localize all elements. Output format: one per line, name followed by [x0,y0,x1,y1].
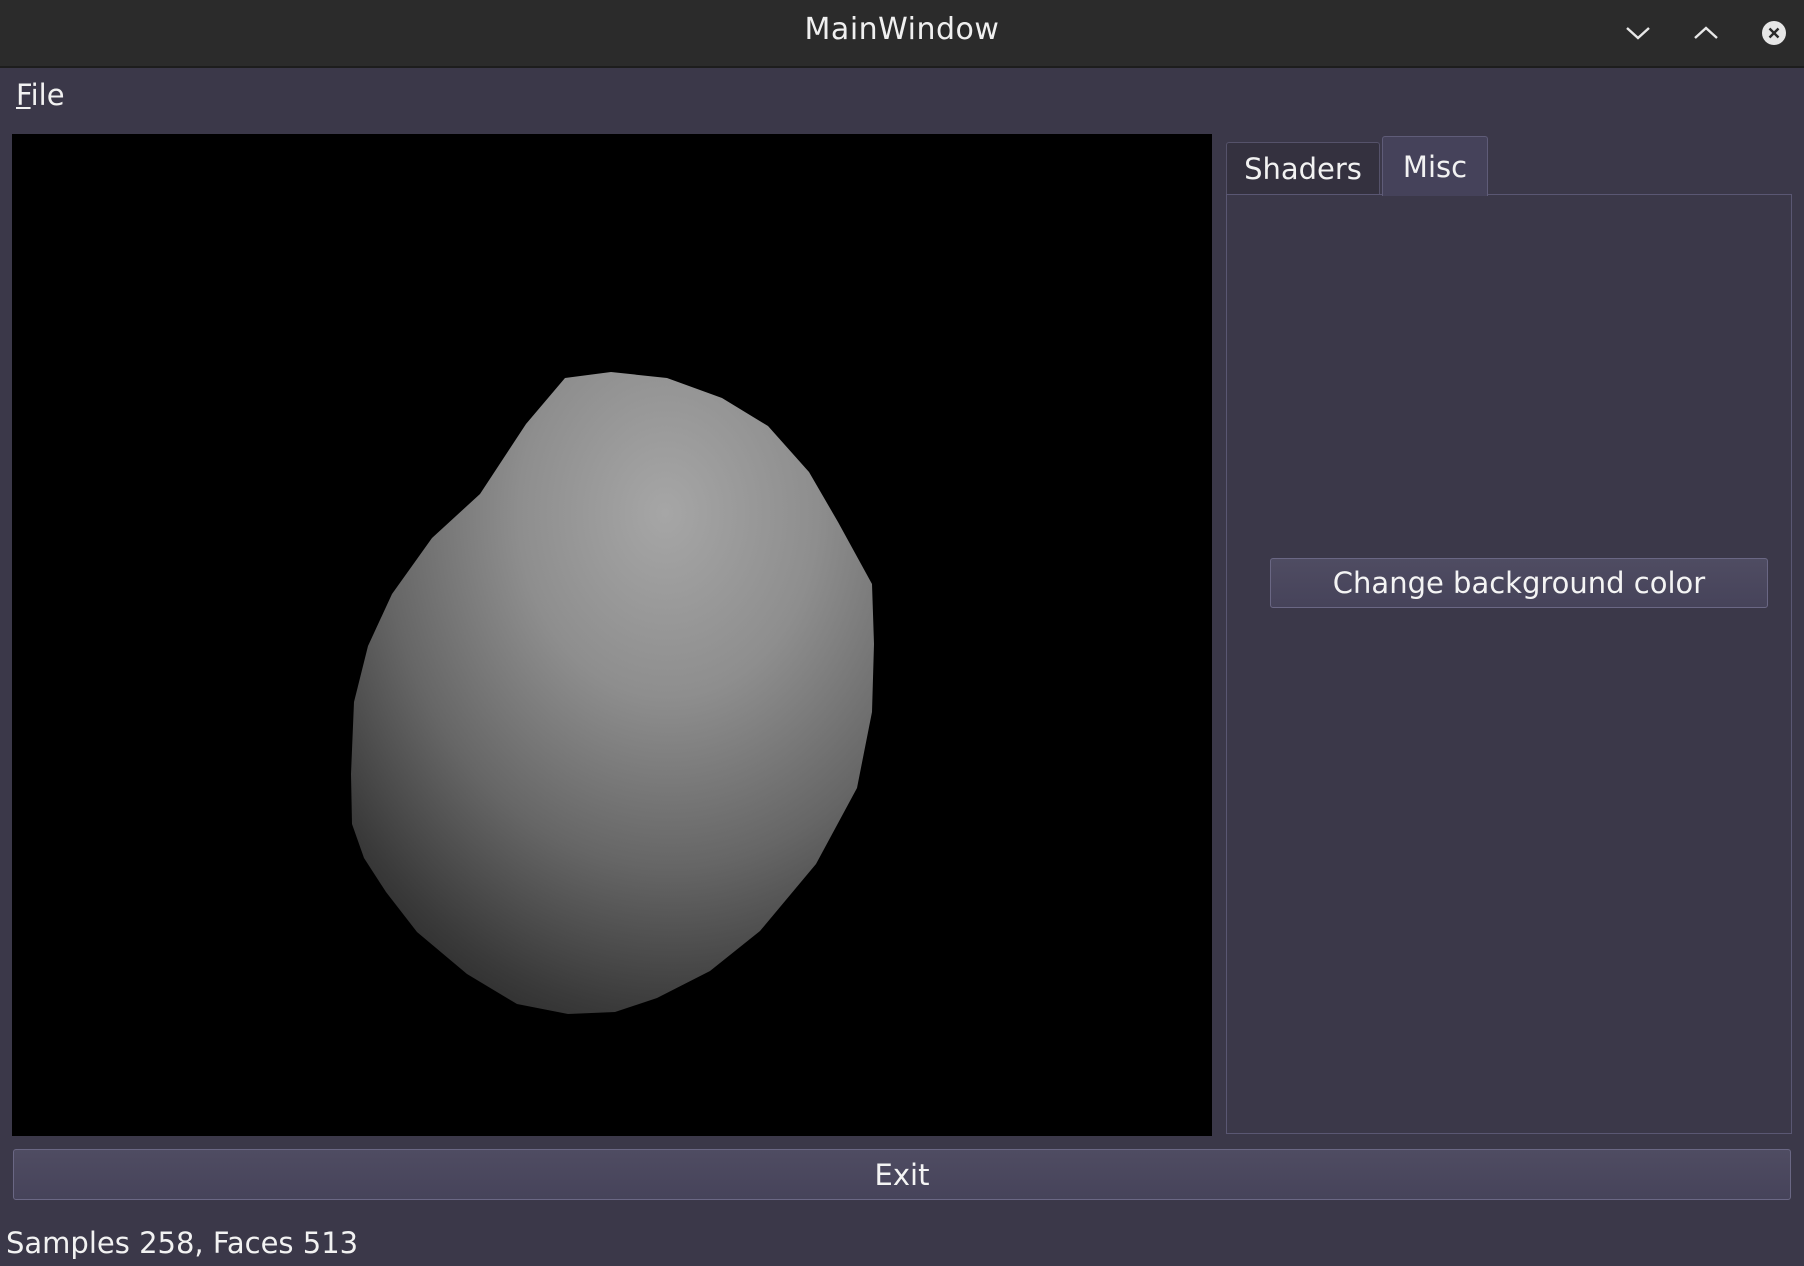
tab-shaders[interactable]: Shaders [1226,142,1380,195]
chevron-down-icon [1626,27,1650,40]
menu-file[interactable]: File [14,74,67,116]
tab-misc[interactable]: Misc [1382,136,1488,196]
sphere-render [351,372,874,1014]
window-title: MainWindow [804,12,1000,47]
menu-bar: File [0,68,1804,128]
menu-file-label: ile [30,78,65,112]
close-icon [1762,21,1786,45]
exit-button[interactable]: Exit [13,1149,1791,1200]
status-bar-text: Samples 258, Faces 513 [6,1226,359,1260]
maximize-button[interactable] [1686,13,1726,53]
title-bar[interactable]: MainWindow [0,0,1804,68]
tab-bar: Shaders Misc [1226,136,1792,196]
close-button[interactable] [1754,13,1794,53]
sphere-mesh [351,372,874,1014]
chevron-up-icon [1694,26,1718,39]
misc-tab-panel: Change background color [1226,194,1792,1134]
minimize-button[interactable] [1618,13,1658,53]
render-viewport[interactable] [12,134,1212,1136]
main-window: MainWindow File Shaders Misc Change back… [0,0,1804,1266]
change-background-color-button[interactable]: Change background color [1270,558,1768,608]
menu-file-mnemonic: F [16,78,31,112]
